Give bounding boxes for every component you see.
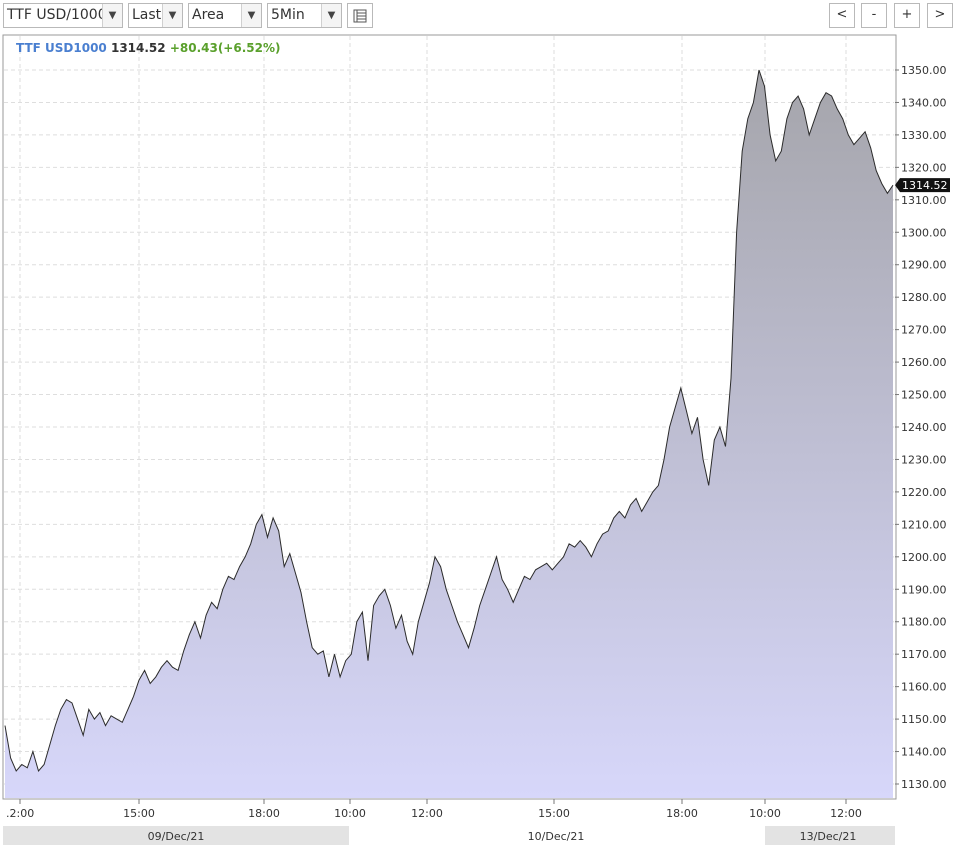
y-tick-label: 1300.00: [901, 226, 947, 239]
x-tick-label: 18:00: [666, 807, 698, 820]
y-tick-label: 1180.00: [901, 616, 947, 629]
y-tick-label: 1190.00: [901, 583, 947, 596]
y-tick-label: 1320.00: [901, 161, 947, 174]
y-tick-label: 1220.00: [901, 486, 947, 499]
y-tick-label: 1290.00: [901, 259, 947, 272]
y-tick-label: 1130.00: [901, 778, 947, 791]
y-tick-label: 1250.00: [901, 389, 947, 402]
x-axis: .2:00 15:00 18:00 10:00 12:00 15:00 18:00 10:00…: [6, 799, 862, 820]
x-tick-label: 12:00: [411, 807, 443, 820]
x-tick-label: 12:00: [830, 807, 862, 820]
y-tick-label: 1200.00: [901, 551, 947, 564]
x-tick-label: 10:00: [334, 807, 366, 820]
price-chart[interactable]: 1130.00 1140.00 1150.00 1160.00 1170.00 1180.…: [0, 0, 957, 845]
legend-change: +80.43(+6.52%): [170, 41, 281, 55]
x-tick-label: 10:00: [749, 807, 781, 820]
x-tick-label: .2:00: [6, 807, 34, 820]
y-tick-label: 1310.00: [901, 194, 947, 207]
y-tick-label: 1240.00: [901, 421, 947, 434]
y-axis: 1130.00 1140.00 1150.00 1160.00 1170.00 1180.…: [895, 64, 947, 791]
y-tick-label: 1260.00: [901, 356, 947, 369]
y-tick-label: 1270.00: [901, 324, 947, 337]
x-tick-label: 15:00: [123, 807, 155, 820]
x-tick-label: 15:00: [538, 807, 570, 820]
y-tick-label: 1330.00: [901, 129, 947, 142]
legend-last-value: 1314.52: [111, 41, 166, 55]
y-tick-label: 1160.00: [901, 681, 947, 694]
y-tick-label: 1210.00: [901, 518, 947, 531]
chart-legend: TTF USD1000 1314.52 +80.43(+6.52%): [16, 41, 280, 55]
last-value-label: 1314.52: [902, 179, 948, 192]
date-label: 13/Dec/21: [800, 830, 857, 843]
date-label: 09/Dec/21: [148, 830, 205, 843]
legend-symbol: TTF USD1000: [16, 41, 107, 55]
y-tick-label: 1150.00: [901, 713, 947, 726]
date-bar: 09/Dec/21 10/Dec/21 13/Dec/21: [3, 826, 895, 845]
y-tick-label: 1280.00: [901, 291, 947, 304]
date-label: 10/Dec/21: [528, 830, 585, 843]
y-tick-label: 1140.00: [901, 746, 947, 759]
x-tick-label: 18:00: [248, 807, 280, 820]
y-tick-label: 1170.00: [901, 648, 947, 661]
last-value-badge: 1314.52: [895, 178, 950, 193]
y-tick-label: 1350.00: [901, 64, 947, 77]
y-tick-label: 1230.00: [901, 453, 947, 466]
y-tick-label: 1340.00: [901, 96, 947, 109]
